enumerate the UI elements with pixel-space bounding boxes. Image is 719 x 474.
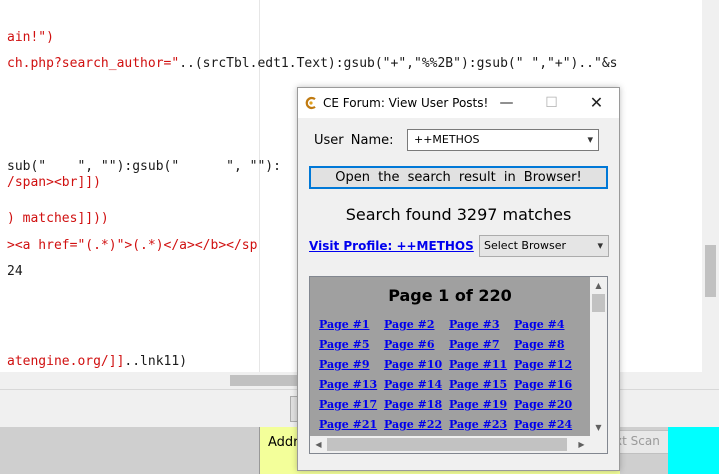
page-link[interactable]: Page #14: [384, 378, 442, 391]
browser-dropdown[interactable]: Select Browser ▾: [479, 235, 609, 257]
page-link[interactable]: Page #11: [449, 358, 507, 371]
browser-select-value: Select Browser: [484, 239, 567, 252]
page-link[interactable]: Page #3: [449, 318, 500, 331]
page-link[interactable]: Page #12: [514, 358, 572, 371]
editor-vertical-scrollbar[interactable]: [702, 0, 719, 372]
page-link[interactable]: Page #1: [319, 318, 370, 331]
scrollbar-corner: [590, 436, 607, 453]
page-link[interactable]: Page #6: [384, 338, 435, 351]
scroll-up-icon[interactable]: ▲: [590, 277, 607, 294]
code-line-7: 24: [7, 264, 23, 280]
user-name-value: ++METHOS: [414, 133, 480, 146]
title-bar[interactable]: CE Forum: View User Posts! — ☐ ✕: [298, 88, 619, 118]
page-link[interactable]: Page #7: [449, 338, 500, 351]
pages-horizontal-scrollbar[interactable]: ◀ ▶: [310, 436, 590, 453]
scroll-down-icon[interactable]: ▼: [590, 419, 607, 436]
page-link[interactable]: Page #9: [319, 358, 370, 371]
search-result-text: Search found 3297 matches: [345, 205, 572, 224]
page-link[interactable]: Page #16: [514, 378, 572, 391]
cheat-engine-icon: [305, 96, 316, 110]
minimize-button[interactable]: —: [484, 88, 529, 118]
cyan-panel: [668, 427, 719, 474]
close-button[interactable]: ✕: [574, 88, 619, 118]
scroll-thumb[interactable]: [705, 245, 716, 297]
page-link[interactable]: Page #15: [449, 378, 507, 391]
code-line-5: ) matches]])): [7, 211, 109, 227]
scroll-thumb[interactable]: [592, 294, 605, 312]
pages-header: Page 1 of 220: [388, 286, 512, 305]
chevron-down-icon: ▾: [597, 239, 603, 252]
code-text: sub(" ", ""):gsub(" ", ""):: [7, 159, 281, 174]
code-line-1: ain!"): [7, 30, 54, 46]
code-text: ) matches]])): [7, 211, 109, 226]
code-line-2: ch.php?search_author="..(srcTbl.edt1.Tex…: [7, 56, 617, 72]
pages-list[interactable]: Page 1 of 220 Page #1 Page #2 Page #3 Page …: [309, 276, 608, 454]
window-title: CE Forum: View User Posts!: [323, 96, 489, 110]
page-link[interactable]: Page #13: [319, 378, 377, 391]
code-line-8: atengine.org/]]..lnk11): [7, 354, 187, 370]
scroll-thumb[interactable]: [327, 438, 567, 451]
code-text: ><a href="(.*)">(.*)</a></b></sp: [7, 238, 258, 253]
scroll-left-icon[interactable]: ◀: [310, 436, 327, 453]
scroll-right-icon[interactable]: ▶: [573, 436, 590, 453]
code-line-6: ><a href="(.*)">(.*)</a></b></sp: [7, 238, 257, 254]
page-link[interactable]: Page #17: [319, 398, 377, 411]
code-text: ..lnk11): [124, 354, 188, 369]
user-name-dropdown[interactable]: ++METHOS ▾: [407, 129, 599, 151]
code-text: ch.php?search_author=": [7, 56, 180, 71]
view-user-posts-dialog: CE Forum: View User Posts! — ☐ ✕ User Na…: [297, 87, 620, 471]
page-link[interactable]: Page #24: [514, 418, 572, 431]
code-line-4: /span><br]]): [7, 175, 101, 191]
page-link[interactable]: Page #21: [319, 418, 377, 431]
page-link[interactable]: Page #22: [384, 418, 442, 431]
pages-content: Page 1 of 220 Page #1 Page #2 Page #3 Page …: [310, 277, 590, 436]
page-link[interactable]: Page #19: [449, 398, 507, 411]
page-link[interactable]: Page #18: [384, 398, 442, 411]
open-in-browser-button[interactable]: Open the search result in Browser!: [309, 166, 608, 189]
user-name-label: User Name:: [314, 133, 394, 148]
text-scan-label: xt Scan: [615, 434, 660, 448]
code-text: ..(srcTbl.edt1.Text):gsub("+","%%2B"):gs…: [179, 56, 618, 71]
page-link[interactable]: Page #20: [514, 398, 572, 411]
page-link[interactable]: Page #5: [319, 338, 370, 351]
maximize-button[interactable]: ☐: [529, 88, 574, 118]
code-text: /span><br]]): [7, 175, 101, 190]
page-link[interactable]: Page #8: [514, 338, 565, 351]
code-line-3: sub(" ", ""):gsub(" ", ""):: [7, 159, 281, 175]
chevron-down-icon: ▾: [587, 133, 593, 146]
page-link[interactable]: Page #4: [514, 318, 565, 331]
code-text: 24: [7, 264, 23, 279]
page-link[interactable]: Page #10: [384, 358, 442, 371]
page-link[interactable]: Page #23: [449, 418, 507, 431]
code-text: atengine.org/]]: [7, 354, 125, 369]
pages-vertical-scrollbar[interactable]: ▲ ▼: [590, 277, 607, 436]
page-link[interactable]: Page #2: [384, 318, 435, 331]
code-text: ain!"): [7, 30, 54, 45]
visit-profile-link[interactable]: Visit Profile: ++METHOS: [309, 239, 474, 253]
scroll-thumb[interactable]: [230, 375, 300, 386]
